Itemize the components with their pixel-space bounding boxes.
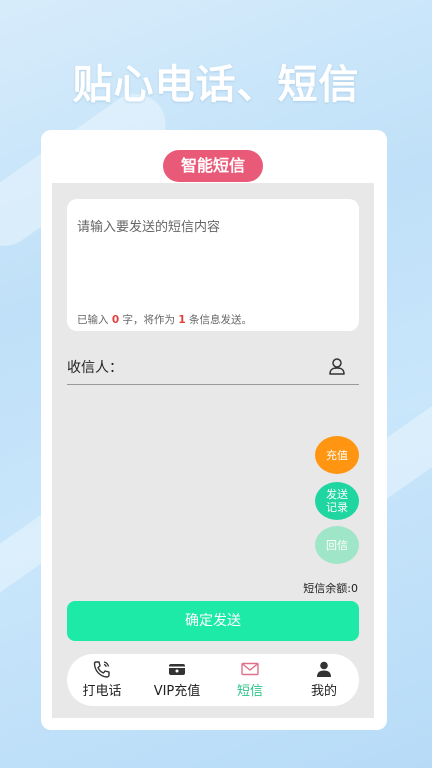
message-counter: 已输入 0 字，将作为 1 条信息发送。 xyxy=(77,312,252,327)
mail-icon xyxy=(241,662,259,676)
nav-item-vip[interactable]: VIP充值 xyxy=(142,660,212,699)
counter-middle: 字，将作为 xyxy=(122,314,176,326)
bottom-nav: 打电话 VIP充值 短信 我的 xyxy=(67,654,359,706)
recharge-label: 充值 xyxy=(326,448,348,462)
nav-label-vip: VIP充值 xyxy=(153,684,201,699)
screen-title: 智能短信 xyxy=(163,150,263,182)
promo-headline: 贴心电话、短信 xyxy=(72,62,360,108)
message-placeholder: 请输入要发送的短信内容 xyxy=(77,220,221,235)
nav-label-sms: 短信 xyxy=(236,684,263,699)
recipient-field[interactable]: 收信人： xyxy=(67,352,359,385)
nav-item-call[interactable]: 打电话 xyxy=(67,660,137,699)
reply-label: 回信 xyxy=(326,538,348,552)
person-icon[interactable] xyxy=(327,356,347,376)
user-icon xyxy=(317,661,331,677)
counter-prefix: 已输入 xyxy=(77,314,109,326)
send-records-button[interactable]: 发送 记录 xyxy=(315,482,359,520)
nav-label-call: 打电话 xyxy=(82,684,122,699)
counter-suffix: 条信息发送。 xyxy=(189,314,252,326)
wallet-icon xyxy=(169,664,185,675)
recharge-button[interactable]: 充值 xyxy=(315,436,359,474)
char-count: 0 xyxy=(111,314,120,326)
nav-item-mine[interactable]: 我的 xyxy=(289,660,359,699)
phone-icon xyxy=(93,661,110,678)
message-count: 1 xyxy=(178,314,186,326)
nav-item-sms[interactable]: 短信 xyxy=(215,660,285,699)
reply-button[interactable]: 回信 xyxy=(315,526,359,564)
message-input-box[interactable]: 请输入要发送的短信内容 已输入 0 字，将作为 1 条信息发送。 xyxy=(67,199,359,331)
records-label-line1: 发送 xyxy=(326,488,348,501)
recipient-label: 收信人： xyxy=(67,360,123,376)
confirm-send-button[interactable]: 确定发送 xyxy=(67,601,359,641)
recipient-input[interactable] xyxy=(122,354,326,382)
records-label: 发送 记录 xyxy=(326,488,348,514)
nav-label-mine: 我的 xyxy=(310,684,337,699)
sms-balance: 短信余额:0 xyxy=(303,582,358,595)
records-label-line2: 记录 xyxy=(326,501,348,514)
